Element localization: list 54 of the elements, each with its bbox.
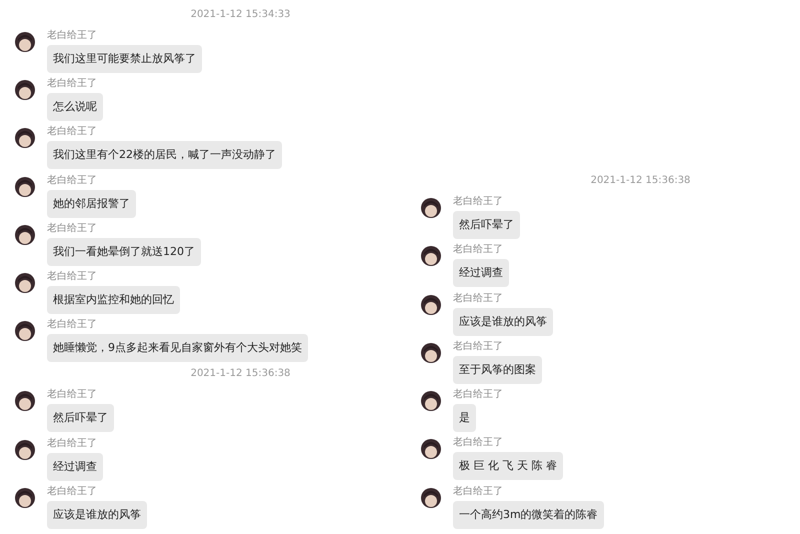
sender-name: 老白给王了 bbox=[47, 30, 97, 42]
sender-name: 老白给王了 bbox=[47, 78, 97, 90]
avatar-icon bbox=[421, 391, 441, 412]
timestamp: 2021-1-12 15:36:38 bbox=[590, 174, 690, 188]
avatar-icon bbox=[421, 488, 441, 508]
sender-name: 老白给王了 bbox=[47, 486, 97, 498]
sender-name: 老白给王了 bbox=[47, 270, 97, 283]
sender-name: 老白给王了 bbox=[47, 438, 97, 450]
message-bubble: 然后吓晕了 bbox=[47, 404, 114, 432]
sender-name: 老白给王了 bbox=[47, 222, 97, 235]
sender-name: 老白给王了 bbox=[453, 486, 503, 498]
avatar-icon bbox=[421, 198, 441, 218]
message-bubble: 我们这里有个22楼的居民，喊了一声没动静了 bbox=[47, 141, 282, 170]
message-bubble: 经过调查 bbox=[453, 259, 509, 288]
message-bubble: 根据室内监控和她的回忆 bbox=[47, 286, 180, 314]
avatar-icon bbox=[15, 440, 35, 460]
sender-name: 老白给王了 bbox=[453, 340, 503, 353]
avatar-icon bbox=[15, 224, 35, 245]
avatar-icon bbox=[421, 439, 441, 460]
message-bubble: 应该是谁放的风筝 bbox=[47, 500, 147, 529]
message-bubble: 应该是谁放的风筝 bbox=[453, 308, 553, 336]
message-bubble: 我们这里可能要禁止放风筝了 bbox=[47, 44, 202, 73]
message-bubble: 一个高约3m的微笑着的陈睿 bbox=[453, 500, 604, 529]
message-bubble: 是 bbox=[453, 404, 476, 432]
message-bubble: 至于风筝的图案 bbox=[453, 356, 542, 384]
avatar-icon bbox=[421, 246, 441, 266]
avatar-icon bbox=[15, 176, 35, 197]
message-bubble: 我们一看她晕倒了就送120了 bbox=[47, 238, 201, 266]
message-bubble: 然后吓晕了 bbox=[453, 210, 520, 239]
sender-name: 老白给王了 bbox=[453, 292, 503, 304]
sender-name: 老白给王了 bbox=[47, 319, 97, 332]
avatar-icon bbox=[15, 128, 35, 148]
message-bubble: 极 巨 化 飞 天 陈 睿 bbox=[453, 452, 563, 480]
avatar-icon bbox=[15, 321, 35, 342]
avatar-icon bbox=[15, 488, 35, 508]
message-bubble: 她睡懒觉，9点多起来看见自家窗外有个大头对她笑 bbox=[47, 334, 308, 362]
avatar-icon bbox=[15, 272, 35, 293]
message-bubble: 怎么说呢 bbox=[47, 93, 103, 122]
avatar-icon bbox=[421, 342, 441, 363]
sender-name: 老白给王了 bbox=[453, 389, 503, 402]
avatar-icon bbox=[15, 80, 35, 100]
sender-name: 老白给王了 bbox=[453, 244, 503, 256]
message-bubble: 经过调查 bbox=[47, 452, 103, 480]
avatar-icon bbox=[15, 32, 35, 52]
avatar-icon bbox=[421, 294, 441, 314]
sender-name: 老白给王了 bbox=[453, 196, 503, 208]
sender-name: 老白给王了 bbox=[47, 126, 97, 138]
sender-name: 老白给王了 bbox=[47, 174, 97, 187]
sender-name: 老白给王了 bbox=[453, 437, 503, 450]
avatar-icon bbox=[15, 391, 35, 412]
timestamp: 2021-1-12 15:36:38 bbox=[190, 367, 290, 382]
timestamp: 2021-1-12 15:34:33 bbox=[190, 8, 290, 22]
sender-name: 老白给王了 bbox=[47, 389, 97, 402]
message-bubble: 她的邻居报警了 bbox=[47, 190, 136, 218]
